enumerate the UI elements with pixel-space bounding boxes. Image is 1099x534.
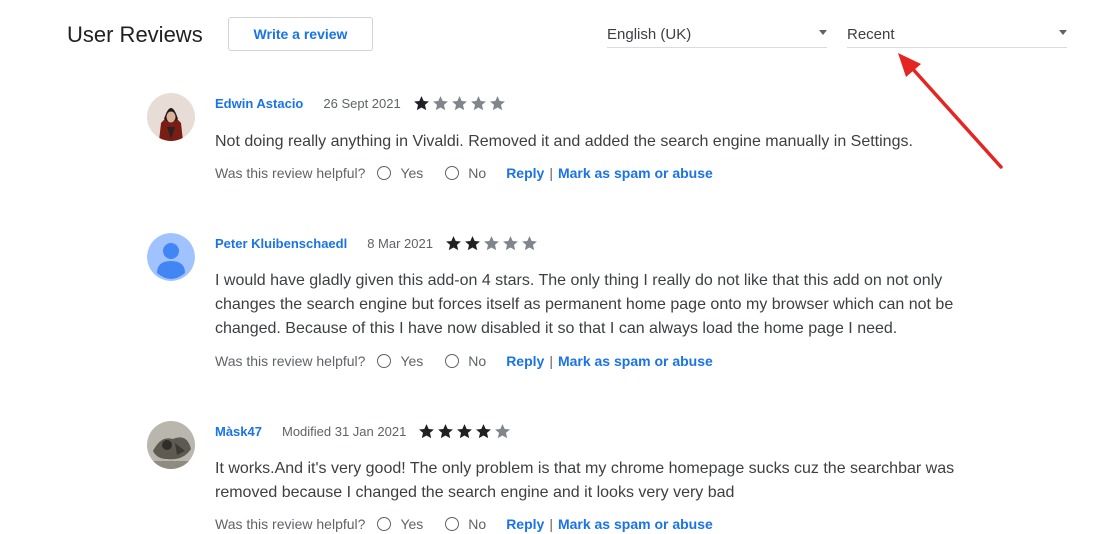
link-separator: |: [549, 353, 553, 369]
sort-select[interactable]: Recent: [847, 24, 1067, 48]
helpful-row: Was this review helpful? Yes No Reply | …: [215, 351, 713, 371]
radio-circle-icon: [445, 166, 460, 180]
review-item: Màsk47 Modified 31 Jan 2021 It works.And…: [147, 421, 1027, 532]
review-date: 8 Mar 2021: [367, 235, 433, 251]
radio-label: No: [468, 353, 487, 369]
radio-label: No: [468, 165, 487, 181]
helpful-no-radio[interactable]: No: [445, 165, 486, 181]
review-date: Modified 31 Jan 2021: [281, 423, 407, 439]
helpful-yes-radio[interactable]: Yes: [377, 353, 423, 369]
radio-label: Yes: [400, 165, 424, 181]
star-empty-icon: [495, 423, 511, 438]
star-filled-icon: [413, 95, 429, 110]
star-empty-icon: [522, 235, 537, 250]
review-item: Edwin Astacio 26 Sept 2021 Not doing rea…: [147, 93, 1027, 193]
star-rating: [445, 235, 538, 252]
star-empty-icon: [484, 235, 499, 250]
radio-circle-icon: [445, 517, 460, 531]
star-filled-icon: [465, 235, 480, 250]
star-filled-icon: [457, 423, 473, 438]
language-select-value: English (UK): [607, 26, 692, 43]
dropdown-caret-icon: [1059, 30, 1067, 35]
review-date: 26 Sept 2021: [323, 95, 401, 111]
review-author[interactable]: Edwin Astacio: [215, 96, 303, 111]
review-author[interactable]: Màsk47: [215, 424, 262, 439]
reply-link[interactable]: Reply: [506, 353, 544, 369]
radio-label: Yes: [400, 353, 424, 369]
reviewer-avatar: [147, 233, 195, 281]
write-review-button[interactable]: Write a review: [228, 17, 373, 51]
star-empty-icon: [489, 95, 505, 110]
radio-circle-icon: [377, 354, 392, 368]
star-filled-icon: [438, 423, 454, 438]
helpful-question: Was this review helpful?: [215, 353, 366, 369]
star-rating: [413, 95, 506, 112]
review-text: It works.And it's very good! The only pr…: [215, 460, 955, 501]
helpful-no-radio[interactable]: No: [445, 353, 486, 369]
star-empty-icon: [451, 95, 467, 110]
review-item: Peter Kluibenschaedl 8 Mar 2021 I would …: [147, 233, 1027, 373]
star-filled-icon: [419, 423, 435, 438]
star-filled-icon: [476, 423, 492, 438]
review-text: Not doing really anything in Vivaldi. Re…: [215, 133, 913, 150]
report-spam-link[interactable]: Mark as spam or abuse: [558, 353, 713, 369]
helpful-row: Was this review helpful? Yes No Reply | …: [215, 514, 713, 534]
star-filled-icon: [446, 235, 461, 250]
report-spam-link[interactable]: Mark as spam or abuse: [558, 165, 713, 181]
language-select[interactable]: English (UK): [607, 24, 827, 48]
star-empty-icon: [432, 95, 448, 110]
reply-link[interactable]: Reply: [506, 165, 544, 181]
helpful-row: Was this review helpful? Yes No Reply | …: [215, 163, 713, 183]
star-rating: [418, 423, 511, 440]
review-text: I would have gladly given this add-on 4 …: [215, 272, 954, 337]
review-author[interactable]: Peter Kluibenschaedl: [215, 236, 347, 251]
helpful-question: Was this review helpful?: [215, 165, 366, 181]
dropdown-caret-icon: [819, 30, 827, 35]
helpful-yes-radio[interactable]: Yes: [377, 165, 423, 181]
radio-circle-icon: [377, 166, 392, 180]
star-empty-icon: [470, 95, 486, 110]
reviewer-avatar: [147, 421, 195, 469]
radio-circle-icon: [445, 354, 460, 368]
reviewer-avatar: [147, 93, 195, 141]
star-empty-icon: [503, 235, 518, 250]
radio-circle-icon: [377, 517, 392, 531]
sort-select-value: Recent: [847, 26, 895, 43]
page-title: User Reviews: [67, 22, 203, 47]
link-separator: |: [549, 165, 553, 181]
